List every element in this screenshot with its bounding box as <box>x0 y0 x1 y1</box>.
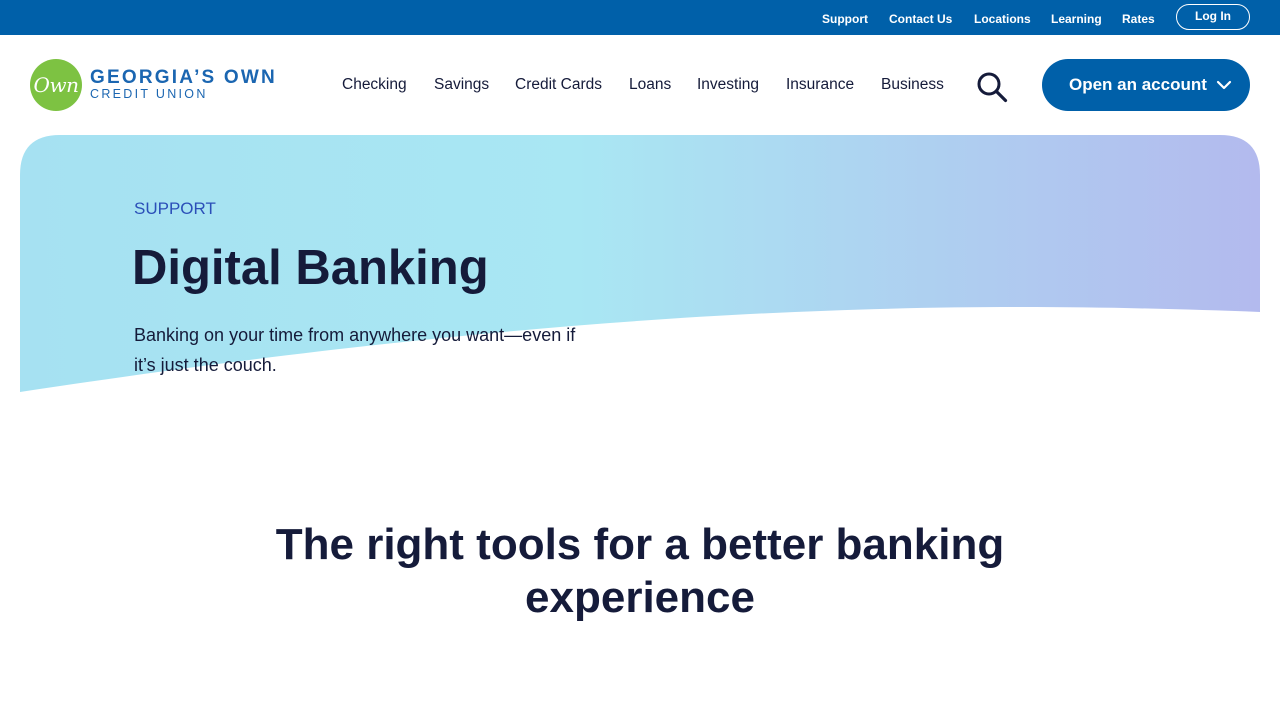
chevron-down-icon <box>1216 80 1232 90</box>
nav-item-loans[interactable]: Loans <box>629 76 671 94</box>
search-icon[interactable] <box>976 71 1008 103</box>
main-header: Own GEORGIA’S OWN CREDIT UNION Checking … <box>0 35 1280 135</box>
utility-bar: Support Contact Us Locations Learning Ra… <box>0 0 1280 35</box>
open-account-button[interactable]: Open an account <box>1042 59 1250 111</box>
logo-name-line1: GEORGIA’S OWN <box>90 67 277 88</box>
nav-item-credit-cards[interactable]: Credit Cards <box>515 76 602 94</box>
hero-eyebrow: SUPPORT <box>134 199 216 218</box>
nav-item-business[interactable]: Business <box>881 76 944 94</box>
utility-link-locations[interactable]: Locations <box>974 11 1031 27</box>
logo-name-line2: CREDIT UNION <box>90 87 208 101</box>
open-account-label: Open an account <box>1069 75 1207 94</box>
nav-item-savings[interactable]: Savings <box>434 76 489 94</box>
nav-item-insurance[interactable]: Insurance <box>786 76 854 94</box>
nav-item-investing[interactable]: Investing <box>697 76 759 94</box>
page-title: Digital Banking <box>132 241 489 295</box>
utility-link-rates[interactable]: Rates <box>1122 11 1155 27</box>
utility-link-support[interactable]: Support <box>822 11 868 27</box>
logo-mark: Own <box>30 59 82 111</box>
hero-subtitle: Banking on your time from anywhere you w… <box>134 325 576 375</box>
utility-link-learning[interactable]: Learning <box>1051 11 1102 27</box>
utility-link-contact-us[interactable]: Contact Us <box>889 11 952 27</box>
login-button[interactable]: Log In <box>1176 4 1250 30</box>
section-heading: The right tools for a better banking exp… <box>275 520 1005 622</box>
hero-banner: SUPPORT Digital Banking Banking on your … <box>20 135 1260 395</box>
nav-item-checking[interactable]: Checking <box>342 76 407 94</box>
